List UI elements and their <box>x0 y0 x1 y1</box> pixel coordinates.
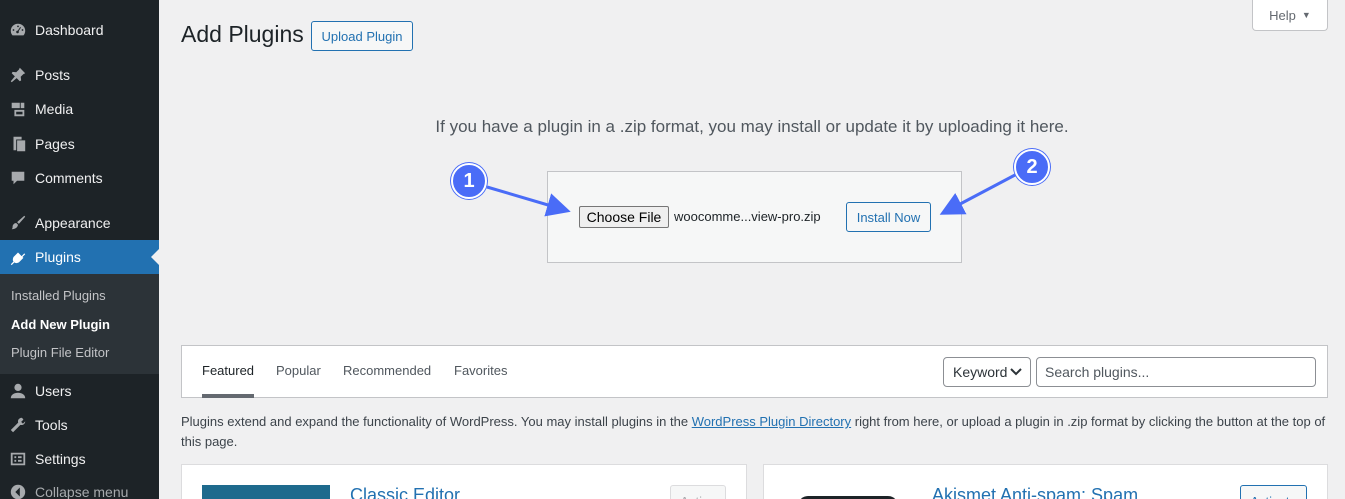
menu-item-dashboard[interactable]: Dashboard <box>0 13 159 47</box>
active-tab-indicator <box>202 394 254 398</box>
submenu-add-new-plugin[interactable]: Add New Plugin <box>11 317 110 332</box>
menu-item-tools[interactable]: Tools <box>0 408 159 442</box>
search-plugins-input[interactable] <box>1036 357 1316 387</box>
menu-label: Pages <box>35 136 75 152</box>
plugin-card: Akismet Anti-spam: Spam Activate <box>763 464 1328 499</box>
help-label: Help <box>1269 7 1296 23</box>
selected-file-name: woocomme...view-pro.zip <box>674 209 821 224</box>
menu-label: Comments <box>35 170 103 186</box>
menu-label: Appearance <box>35 215 111 231</box>
pin-icon <box>8 65 28 85</box>
desc-text-before: Plugins extend and expand the functional… <box>181 414 692 429</box>
pages-icon <box>8 134 28 154</box>
tab-featured[interactable]: Featured <box>202 363 254 378</box>
wrench-icon <box>8 415 28 435</box>
menu-label: Plugins <box>35 249 81 265</box>
menu-item-plugins[interactable]: Plugins <box>0 240 159 274</box>
upload-instructions: If you have a plugin in a .zip format, y… <box>435 117 1069 136</box>
plugin-icon <box>8 247 28 267</box>
menu-item-appearance[interactable]: Appearance <box>0 206 159 240</box>
submenu-installed-plugins[interactable]: Installed Plugins <box>11 288 106 303</box>
help-button[interactable]: Help ▼ <box>1252 0 1328 31</box>
search-type-select[interactable]: Keyword <box>943 357 1031 387</box>
upload-plugin-button[interactable]: Upload Plugin <box>311 21 413 51</box>
plugin-card: Classic Editor Active <box>181 464 747 499</box>
page-title: Add Plugins <box>181 21 304 47</box>
menu-item-comments[interactable]: Comments <box>0 161 159 195</box>
menu-label: Media <box>35 101 74 117</box>
search-type-value: Keyword <box>953 364 1008 380</box>
menu-item-users[interactable]: Users <box>0 374 159 408</box>
menu-label: Posts <box>35 67 71 83</box>
plugin-active-button: Active <box>670 485 726 499</box>
brush-icon <box>8 213 28 233</box>
dashboard-icon <box>8 20 28 40</box>
menu-item-settings[interactable]: Settings <box>0 442 159 476</box>
menu-label: Tools <box>35 417 68 433</box>
chevron-down-icon <box>1010 368 1022 376</box>
tab-popular[interactable]: Popular <box>276 363 321 378</box>
annotation-marker-2: 2 <box>1014 149 1050 185</box>
menu-item-posts[interactable]: Posts <box>0 58 159 92</box>
menu-label: Collapse menu <box>35 484 129 499</box>
settings-icon <box>8 449 28 469</box>
plugin-thumbnail <box>202 485 330 499</box>
plugin-directory-link[interactable]: WordPress Plugin Directory <box>692 414 851 429</box>
admin-sidebar: Dashboard Posts Media Pages Comments App… <box>0 0 159 499</box>
menu-item-media[interactable]: Media <box>0 92 159 126</box>
menu-label: Dashboard <box>35 22 104 38</box>
menu-label: Settings <box>35 451 86 467</box>
menu-item-collapse[interactable]: Collapse menu <box>0 475 159 499</box>
caret-down-icon: ▼ <box>1301 10 1311 20</box>
annotation-marker-1: 1 <box>451 163 487 199</box>
install-now-button[interactable]: Install Now <box>846 202 931 232</box>
submenu-plugin-file-editor[interactable]: Plugin File Editor <box>11 345 109 360</box>
tab-recommended[interactable]: Recommended <box>343 363 431 378</box>
media-icon <box>8 99 28 119</box>
users-icon <box>8 381 28 401</box>
tab-favorites[interactable]: Favorites <box>454 363 507 378</box>
plugin-activate-button[interactable]: Activate <box>1240 485 1307 499</box>
choose-file-button[interactable]: Choose File <box>579 206 669 228</box>
plugin-card-title[interactable]: Akismet Anti-spam: Spam <box>932 485 1138 499</box>
menu-label: Users <box>35 383 72 399</box>
plugins-description: Plugins extend and expand the functional… <box>181 412 1331 452</box>
comments-icon <box>8 168 28 188</box>
plugin-card-title[interactable]: Classic Editor <box>350 485 460 499</box>
plugins-submenu: Installed Plugins Add New Plugin Plugin … <box>0 274 159 374</box>
menu-item-pages[interactable]: Pages <box>0 127 159 161</box>
collapse-icon <box>8 482 28 499</box>
